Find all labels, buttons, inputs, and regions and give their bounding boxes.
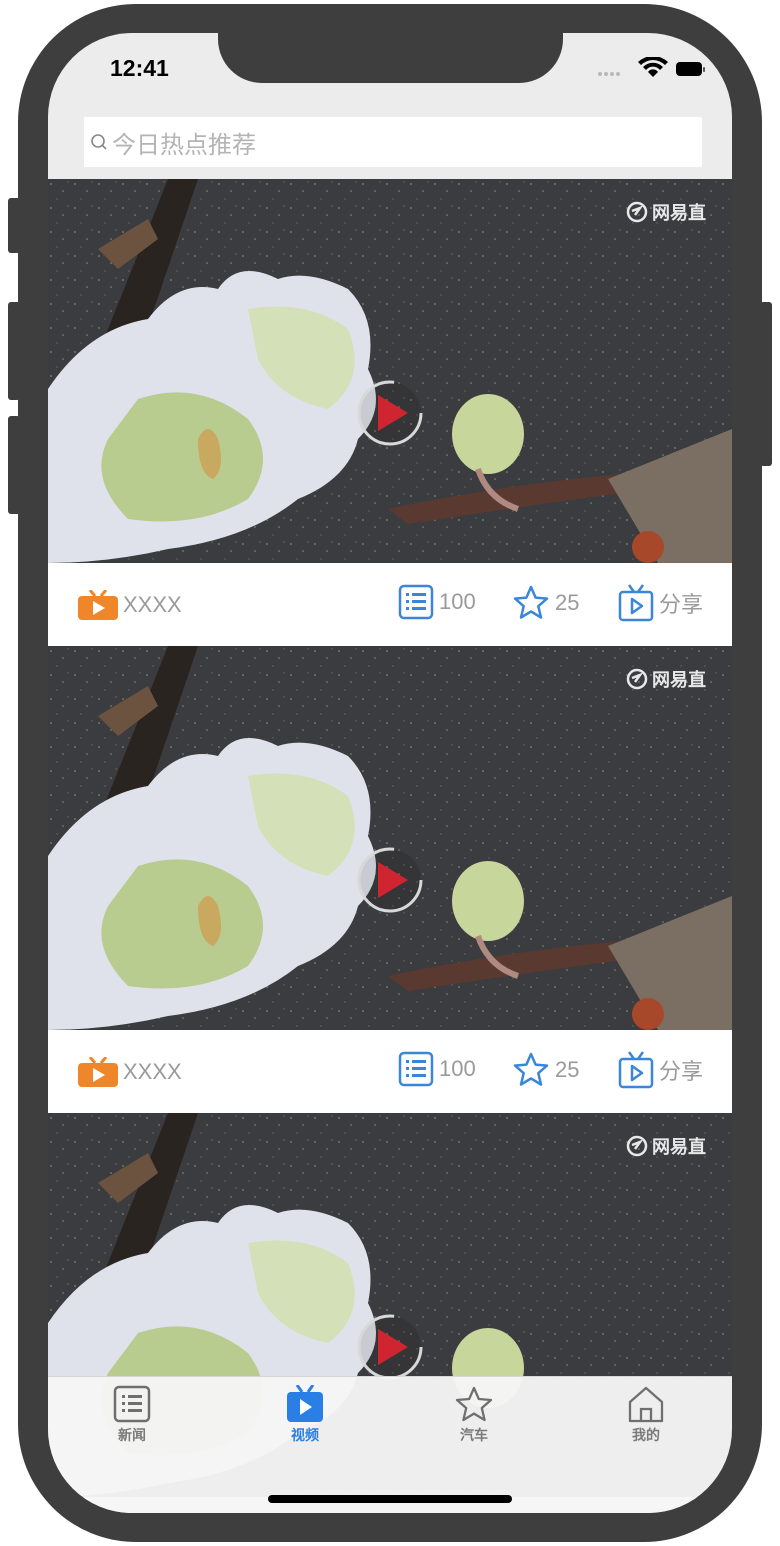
netease-logo-icon bbox=[626, 201, 648, 223]
search-icon bbox=[91, 134, 107, 150]
magnolia-embroidery-image bbox=[48, 179, 732, 563]
tv-play-icon bbox=[287, 1385, 323, 1422]
netease-logo-icon bbox=[626, 668, 648, 690]
tab-label: 视频 bbox=[291, 1428, 319, 1444]
home-indicator[interactable] bbox=[268, 1495, 512, 1503]
share-button[interactable]: 分享 bbox=[618, 1051, 703, 1089]
video-thumbnail[interactable]: 网易直 bbox=[48, 179, 732, 563]
star-count: 25 bbox=[555, 1057, 580, 1082]
search-placeholder: 今日热点推荐 bbox=[112, 130, 256, 159]
tab-car[interactable]: 汽车 bbox=[434, 1385, 514, 1445]
comment-count: 100 bbox=[439, 1056, 476, 1081]
comment-list-icon bbox=[398, 1051, 434, 1087]
video-card[interactable]: 网易直 XXXX 100 25 分享 bbox=[48, 179, 732, 646]
comments-button[interactable]: 100 bbox=[398, 584, 476, 620]
netease-logo-icon bbox=[626, 1135, 648, 1157]
play-button-icon[interactable] bbox=[356, 1313, 424, 1381]
tab-label: 汽车 bbox=[460, 1428, 488, 1444]
share-tv-icon bbox=[618, 1051, 654, 1089]
channel-name: XXXX bbox=[123, 592, 182, 617]
cellular-signal-icon bbox=[598, 72, 620, 76]
share-button[interactable]: 分享 bbox=[618, 584, 703, 622]
wifi-icon bbox=[638, 56, 668, 77]
tab-me[interactable]: 我的 bbox=[606, 1385, 686, 1445]
favorite-button[interactable]: 25 bbox=[512, 1051, 579, 1089]
tv-channel-icon bbox=[78, 590, 118, 620]
channel-name: XXXX bbox=[123, 1059, 182, 1084]
battery-icon bbox=[676, 62, 705, 76]
channel[interactable]: XXXX bbox=[78, 1057, 182, 1087]
watermark-text: 网易直 bbox=[652, 1137, 706, 1158]
tab-label: 我的 bbox=[632, 1428, 660, 1444]
share-label: 分享 bbox=[659, 592, 704, 617]
watermark: 网易直 bbox=[626, 199, 706, 225]
star-icon bbox=[513, 1052, 549, 1086]
status-time: 12:41 bbox=[110, 55, 169, 81]
video-meta-bar: XXXX 100 25 分享 bbox=[48, 1030, 732, 1113]
watermark: 网易直 bbox=[626, 666, 706, 692]
watermark-text: 网易直 bbox=[652, 670, 706, 691]
video-thumbnail[interactable]: 网易直 bbox=[48, 646, 732, 1030]
tab-bar: 新闻 视频 汽车 我的 bbox=[48, 1376, 732, 1513]
status-indicators bbox=[596, 56, 706, 81]
tv-channel-icon bbox=[78, 1057, 118, 1087]
video-feed[interactable]: 网易直 XXXX 100 25 分享 网易直 XXXX 100 25 分享 网易… bbox=[48, 179, 732, 1513]
search-input[interactable]: 今日热点推荐 bbox=[84, 117, 702, 167]
notch bbox=[218, 33, 563, 83]
comment-list-icon bbox=[398, 584, 434, 620]
screen: 12:41 今日热点推荐 网易直 XXXX 100 25 分享 网易直 XXXX… bbox=[48, 33, 732, 1513]
comments-button[interactable]: 100 bbox=[398, 1051, 476, 1087]
star-icon bbox=[513, 585, 549, 619]
star-count: 25 bbox=[555, 590, 580, 615]
watermark: 网易直 bbox=[626, 1133, 706, 1159]
video-card[interactable]: 网易直 XXXX 100 25 分享 bbox=[48, 646, 732, 1113]
star-icon bbox=[455, 1386, 493, 1422]
tab-news[interactable]: 新闻 bbox=[92, 1385, 172, 1445]
watermark-text: 网易直 bbox=[652, 203, 706, 224]
channel[interactable]: XXXX bbox=[78, 590, 182, 620]
play-button-icon[interactable] bbox=[356, 846, 424, 914]
comment-count: 100 bbox=[439, 589, 476, 614]
play-button-icon[interactable] bbox=[356, 379, 424, 447]
tab-video[interactable]: 视频 bbox=[265, 1385, 345, 1445]
video-meta-bar: XXXX 100 25 分享 bbox=[48, 563, 732, 646]
share-label: 分享 bbox=[659, 1059, 704, 1084]
tab-label: 新闻 bbox=[118, 1428, 146, 1444]
magnolia-embroidery-image bbox=[48, 646, 732, 1030]
home-icon bbox=[628, 1386, 664, 1423]
share-tv-icon bbox=[618, 584, 654, 622]
favorite-button[interactable]: 25 bbox=[512, 584, 579, 622]
list-icon bbox=[113, 1385, 151, 1423]
